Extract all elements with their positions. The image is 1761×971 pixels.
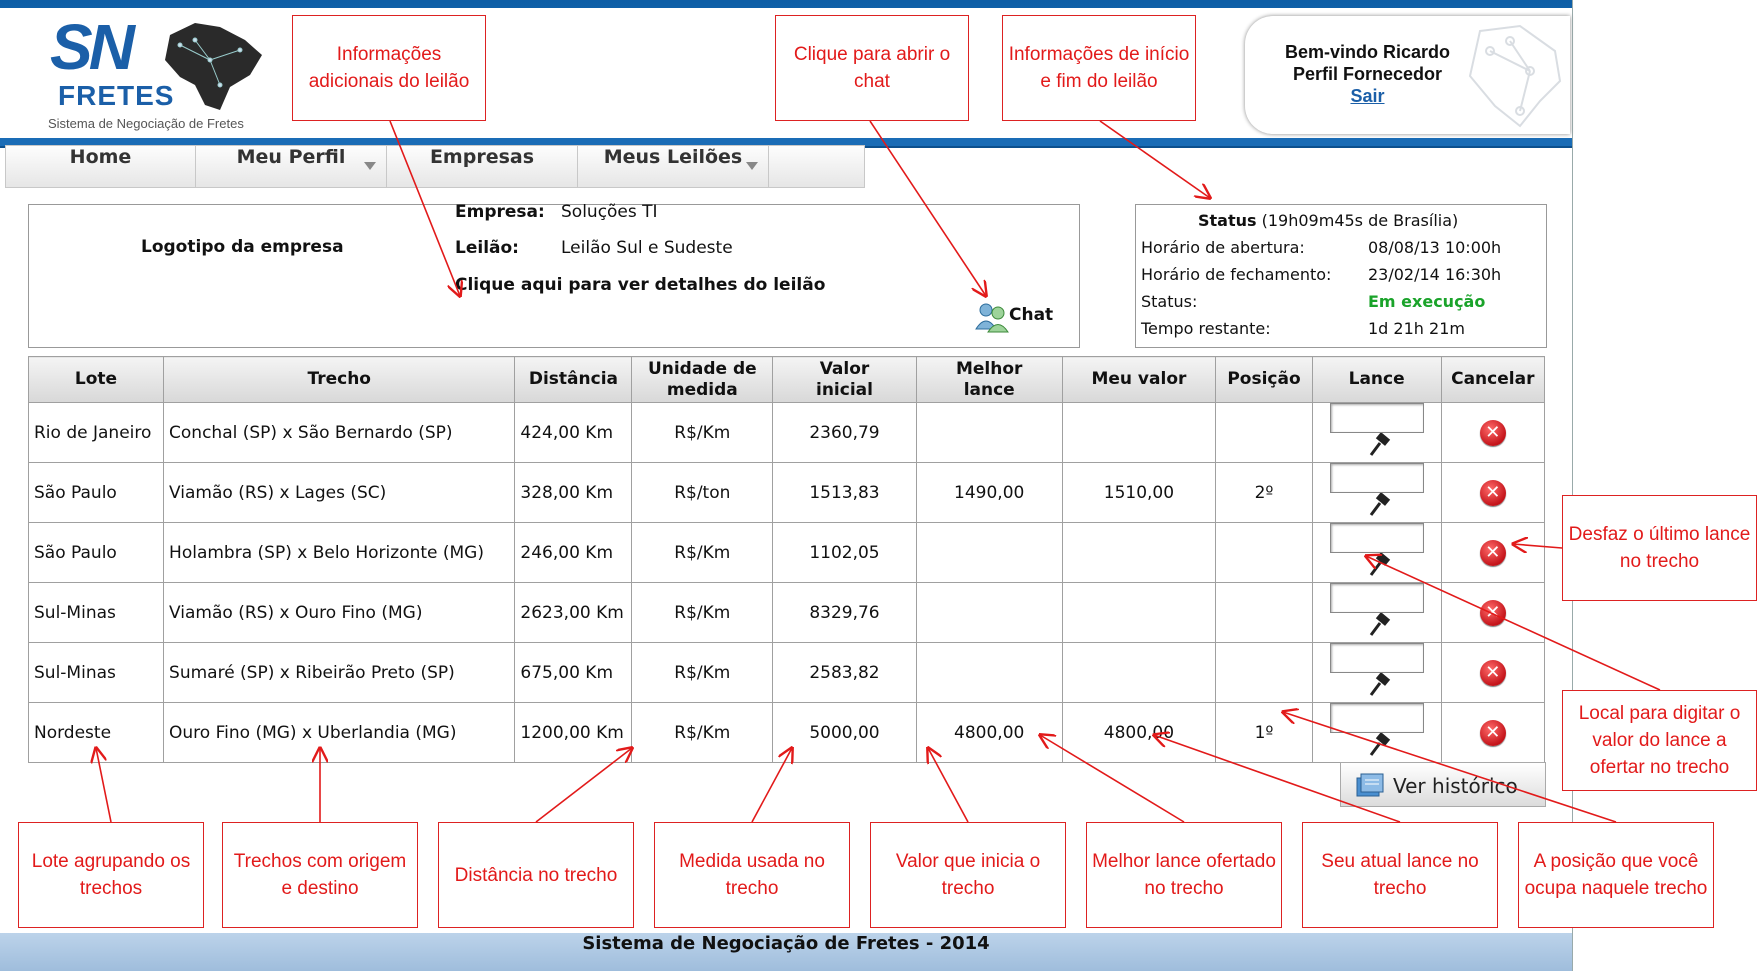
arrow-medida (751, 748, 792, 823)
arrow-info-leilao (389, 120, 460, 296)
arrow-seu-lance (1154, 735, 1401, 823)
callout-arrows (0, 120, 1661, 823)
arrow-desfaz (1513, 544, 1563, 548)
arrow-local-lance (1366, 556, 1661, 691)
arrow-posicao (1283, 712, 1617, 823)
arrow-lote (96, 748, 112, 823)
arrow-distancia (535, 748, 632, 823)
arrow-melhor-lance (1040, 735, 1185, 823)
arrow-valor-inicial (928, 748, 969, 823)
arrow-inicio-fim (1099, 120, 1210, 198)
arrow-chat (869, 120, 986, 296)
